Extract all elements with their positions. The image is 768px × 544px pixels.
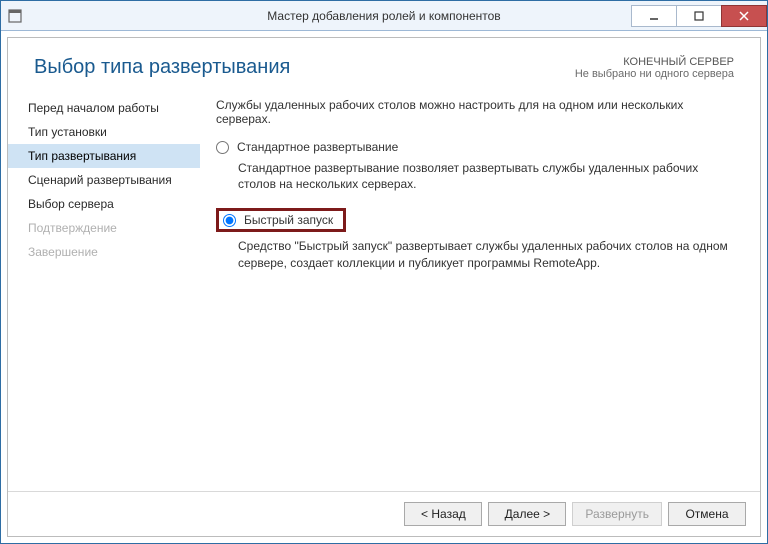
step-nav: Перед началом работыТип установкиТип раз… <box>8 94 200 491</box>
wizard-body: Выбор типа развертывания КОНЕЧНЫЙ СЕРВЕР… <box>7 37 761 537</box>
system-menu-icon[interactable] <box>1 1 29 31</box>
nav-step-1[interactable]: Тип установки <box>8 120 200 144</box>
next-button[interactable]: Далее > <box>488 502 566 526</box>
wizard-footer: < Назад Далее > Развернуть Отмена <box>8 491 760 536</box>
deploy-option-standard[interactable]: Стандартное развертывание <box>216 140 732 154</box>
nav-step-2[interactable]: Тип развертывания <box>8 144 200 168</box>
main-content: Службы удаленных рабочих столов можно на… <box>200 94 740 491</box>
option-desc-standard: Стандартное развертывание позволяет разв… <box>238 160 732 192</box>
destination-value: Не выбрано ни одного сервера <box>575 68 734 80</box>
nav-step-0[interactable]: Перед началом работы <box>8 96 200 120</box>
destination-server: КОНЕЧНЫЙ СЕРВЕР Не выбрано ни одного сер… <box>575 56 734 80</box>
maximize-button[interactable] <box>676 5 722 27</box>
wizard-header: Выбор типа развертывания КОНЕЧНЫЙ СЕРВЕР… <box>8 38 760 94</box>
nav-step-5: Подтверждение <box>8 216 200 240</box>
back-button[interactable]: < Назад <box>404 502 482 526</box>
nav-step-6: Завершение <box>8 240 200 264</box>
nav-step-3[interactable]: Сценарий развертывания <box>8 168 200 192</box>
cancel-button[interactable]: Отмена <box>668 502 746 526</box>
nav-step-4[interactable]: Выбор сервера <box>8 192 200 216</box>
radio-standard[interactable] <box>216 141 229 154</box>
radio-quick[interactable] <box>223 214 236 227</box>
option-desc-quick: Средство "Быстрый запуск" развертывает с… <box>238 238 732 270</box>
deploy-option-quick[interactable]: Быстрый запуск <box>216 208 732 232</box>
window-controls <box>632 5 767 27</box>
intro-text: Службы удаленных рабочих столов можно на… <box>216 98 732 126</box>
page-title: Выбор типа развертывания <box>34 56 290 79</box>
minimize-button[interactable] <box>631 5 677 27</box>
option-label-standard: Стандартное развертывание <box>237 140 398 154</box>
option-label-quick: Быстрый запуск <box>244 213 333 227</box>
deploy-button[interactable]: Развернуть <box>572 502 662 526</box>
close-button[interactable] <box>721 5 767 27</box>
titlebar: Мастер добавления ролей и компонентов <box>1 1 767 31</box>
wizard-window: Мастер добавления ролей и компонентов Вы… <box>0 0 768 544</box>
destination-label: КОНЕЧНЫЙ СЕРВЕР <box>575 56 734 68</box>
